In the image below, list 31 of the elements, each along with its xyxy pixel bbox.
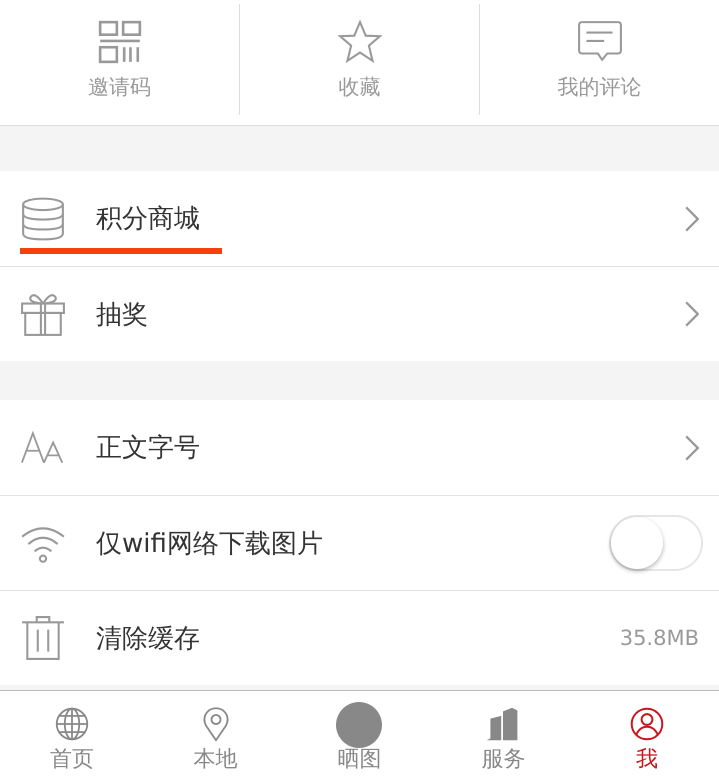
user-icon xyxy=(629,706,666,742)
settings-row[interactable]: 仅wifi网络下载图片 xyxy=(0,495,719,590)
tab-item[interactable]: 首页 xyxy=(0,691,144,784)
chevron-right-icon xyxy=(685,301,699,327)
settings-row[interactable]: 抽奖 xyxy=(0,266,719,361)
globe-icon xyxy=(54,706,90,742)
trash-icon xyxy=(20,615,66,661)
coin-stack-icon xyxy=(20,196,66,242)
chevron-right-icon xyxy=(685,434,699,460)
toggle-switch[interactable] xyxy=(609,515,703,571)
tab-item[interactable]: 服务 xyxy=(431,691,576,784)
settings-row[interactable]: 积分商城 xyxy=(0,171,719,266)
gift-icon xyxy=(20,291,66,337)
qr-code-icon xyxy=(96,18,142,64)
row-label: 清除缓存 xyxy=(96,624,200,654)
tab-item[interactable]: 晒图 xyxy=(288,691,432,784)
star-icon xyxy=(336,18,382,64)
chevron-right-icon xyxy=(685,206,699,232)
tab-item[interactable]: 我 xyxy=(575,691,719,784)
shortcut-item[interactable]: 邀请码 xyxy=(0,4,239,115)
camera-circle-icon xyxy=(336,702,382,748)
cache-size: 35.8MB xyxy=(620,626,699,650)
row-label: 正文字号 xyxy=(96,433,200,463)
settings-row[interactable]: 清除缓存 35.8MB xyxy=(0,590,719,685)
row-label: 抽奖 xyxy=(96,300,148,330)
settings-row[interactable]: 正文字号 xyxy=(0,400,719,495)
shortcut-item[interactable]: 我的评论 xyxy=(479,4,719,115)
tab-item[interactable]: 本地 xyxy=(144,691,288,784)
row-label: 仅wifi网络下载图片 xyxy=(96,528,323,558)
shortcut-item[interactable]: 收藏 xyxy=(239,4,479,115)
row-label: 积分商城 xyxy=(96,204,200,234)
